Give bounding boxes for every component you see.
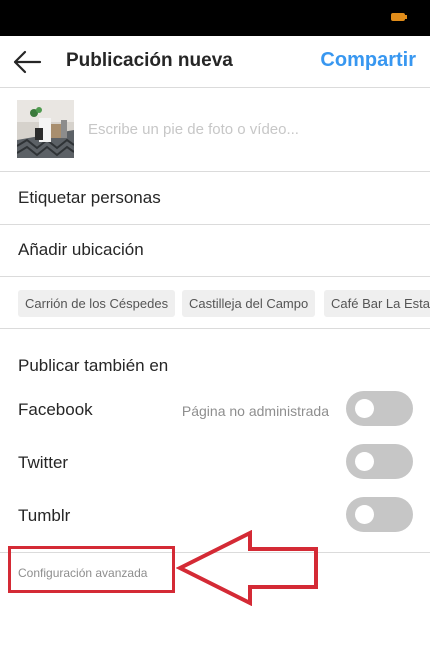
tag-people-label: Etiquetar personas xyxy=(18,188,161,207)
toggle-knob xyxy=(355,399,374,418)
caption-row xyxy=(0,88,430,172)
twitter-toggle[interactable] xyxy=(346,444,413,479)
tumblr-label: Tumblr xyxy=(18,506,71,525)
facebook-toggle[interactable] xyxy=(346,391,413,426)
tag-people-row[interactable]: Etiquetar personas xyxy=(0,172,430,225)
location-chip[interactable]: Castilleja del Campo xyxy=(182,290,316,317)
arrow-left-icon[interactable] xyxy=(12,48,42,76)
toggle-knob xyxy=(355,505,374,524)
also-post-title: Publicar también en xyxy=(18,356,169,375)
facebook-label: Facebook xyxy=(18,400,93,419)
tumblr-toggle[interactable] xyxy=(346,497,413,532)
location-chip[interactable]: Café Bar La Esta xyxy=(324,290,430,317)
header: Publicación nueva Compartir xyxy=(0,36,430,88)
photo-thumbnail xyxy=(17,100,74,158)
location-suggestions: Carrión de los Céspedes Castilleja del C… xyxy=(0,277,430,329)
twitter-label: Twitter xyxy=(18,453,69,472)
share-button[interactable]: Compartir xyxy=(320,49,416,72)
battery-icon xyxy=(391,13,407,21)
add-location-row[interactable]: Añadir ubicación xyxy=(0,224,430,277)
page-title: Publicación nueva xyxy=(66,50,233,71)
location-chip[interactable]: Carrión de los Céspedes xyxy=(18,290,176,317)
facebook-row: Facebook Página no administrada xyxy=(0,388,430,432)
annotation-arrow-icon xyxy=(176,530,318,606)
highlight-box xyxy=(8,546,175,593)
add-location-label: Añadir ubicación xyxy=(18,240,144,259)
status-bar xyxy=(0,0,430,36)
facebook-note: Página no administrada xyxy=(181,403,329,419)
twitter-row: Twitter xyxy=(0,441,430,485)
toggle-knob xyxy=(355,452,374,471)
caption-input[interactable] xyxy=(88,118,418,140)
